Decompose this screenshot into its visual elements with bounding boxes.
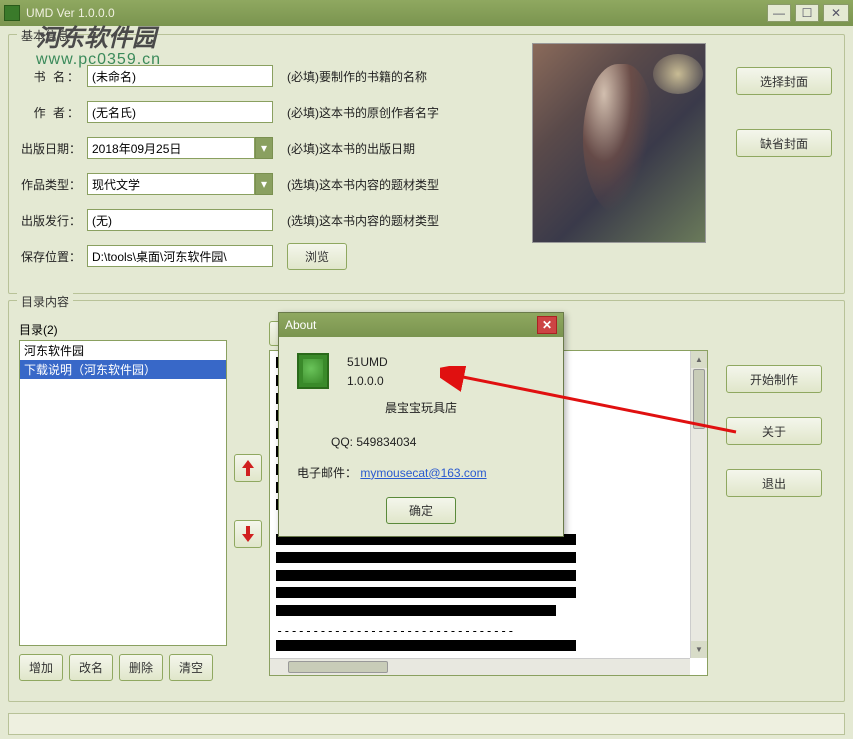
minimize-button[interactable]: — [767, 4, 791, 22]
basic-info-legend: 基本信息 [17, 27, 73, 44]
book-name-input[interactable] [87, 65, 273, 87]
about-title-text: About [285, 318, 537, 332]
list-item[interactable]: 河东软件园 [20, 341, 226, 360]
publisher-hint: (选填)这本书内容的题材类型 [287, 212, 439, 229]
genre-hint: (选填)这本书内容的题材类型 [287, 176, 439, 193]
genre-input[interactable] [87, 173, 255, 195]
about-app-name: 51UMD [347, 353, 388, 372]
about-button[interactable]: 关于 [726, 417, 822, 445]
cover-area: 选择封面 缺省封面 [532, 43, 832, 243]
author-input[interactable] [87, 101, 273, 123]
vertical-scrollbar[interactable]: ▲ ▼ [690, 351, 707, 658]
cover-image [532, 43, 706, 243]
delete-button[interactable]: 删除 [119, 654, 163, 681]
move-up-button[interactable] [234, 454, 262, 482]
choose-cover-button[interactable]: 选择封面 [736, 67, 832, 95]
publisher-input[interactable] [87, 209, 273, 231]
scroll-up-icon[interactable]: ▲ [691, 351, 707, 368]
browse-button[interactable]: 浏览 [287, 243, 347, 270]
pubdate-input[interactable] [87, 137, 255, 159]
pubdate-dropdown-icon[interactable]: ▾ [255, 137, 273, 159]
about-ok-button[interactable]: 确定 [386, 497, 456, 524]
publisher-label: 出版发行： [19, 212, 81, 229]
window-titlebar: UMD Ver 1.0.0.0 — ☐ ✕ [0, 0, 853, 26]
scrollbar-thumb[interactable] [693, 369, 705, 429]
savepath-input[interactable] [87, 245, 273, 267]
arrow-up-icon [242, 460, 254, 476]
pubdate-combo[interactable]: ▾ [87, 137, 273, 159]
maximize-button[interactable]: ☐ [795, 4, 819, 22]
app-icon [4, 5, 20, 21]
list-item[interactable]: 下载说明（河东软件园） [20, 360, 226, 379]
scroll-down-icon[interactable]: ▼ [691, 641, 707, 658]
about-dialog: About ✕ 51UMD 1.0.0.0 晨宝宝玩具店 QQ: 5498340… [278, 312, 564, 537]
book-name-label: 书 名： [19, 68, 81, 85]
basic-info-group: 基本信息 书 名： (必填)要制作的书籍的名称 作 者： (必填)这本书的原创作… [8, 34, 845, 294]
book-name-hint: (必填)要制作的书籍的名称 [287, 68, 427, 85]
start-make-button[interactable]: 开始制作 [726, 365, 822, 393]
genre-label: 作品类型： [19, 176, 81, 193]
close-button[interactable]: ✕ [823, 4, 849, 22]
window-title: UMD Ver 1.0.0.0 [26, 6, 763, 20]
directory-legend: 目录内容 [17, 293, 73, 310]
genre-dropdown-icon[interactable]: ▾ [255, 173, 273, 195]
savepath-label: 保存位置： [19, 248, 81, 265]
about-app-icon [297, 353, 329, 389]
add-button[interactable]: 增加 [19, 654, 63, 681]
directory-listbox[interactable]: 河东软件园 下载说明（河东软件园） [19, 340, 227, 646]
about-mail-link[interactable]: mymousecat@163.com [360, 466, 486, 480]
default-cover-button[interactable]: 缺省封面 [736, 129, 832, 157]
pubdate-hint: (必填)这本书的出版日期 [287, 140, 415, 157]
dir-list-label: 目录(2) [19, 321, 227, 338]
scrollbar-thumb-h[interactable] [288, 661, 388, 673]
exit-button[interactable]: 退出 [726, 469, 822, 497]
author-hint: (必填)这本书的原创作者名字 [287, 104, 439, 121]
author-label: 作 者： [19, 104, 81, 121]
about-titlebar: About ✕ [279, 313, 563, 337]
clear-button[interactable]: 清空 [169, 654, 213, 681]
arrow-down-icon [242, 526, 254, 542]
about-version: 1.0.0.0 [347, 372, 388, 391]
about-close-button[interactable]: ✕ [537, 316, 557, 334]
horizontal-scrollbar[interactable] [270, 658, 690, 675]
rename-button[interactable]: 改名 [69, 654, 113, 681]
genre-combo[interactable]: ▾ [87, 173, 273, 195]
pubdate-label: 出版日期： [19, 140, 81, 157]
about-mail-label: 电子邮件： [297, 466, 357, 480]
about-shop: 晨宝宝玩具店 [297, 399, 545, 418]
status-bar [8, 713, 845, 735]
about-qq: QQ: 549834034 [331, 433, 545, 452]
move-down-button[interactable] [234, 520, 262, 548]
